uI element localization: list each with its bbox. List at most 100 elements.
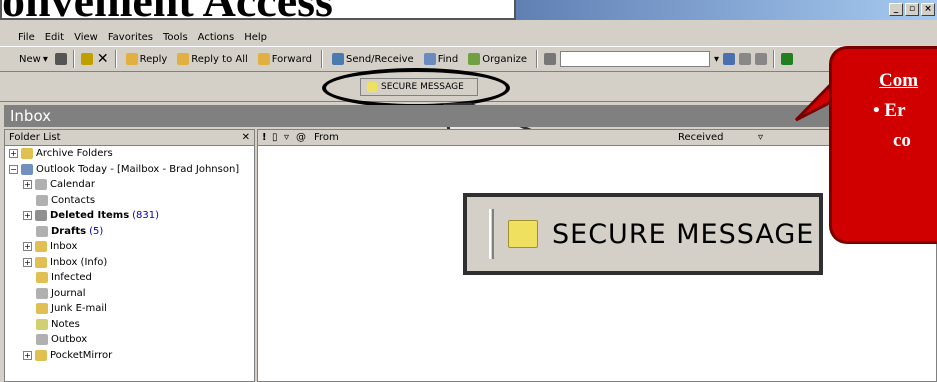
column-from[interactable]: From bbox=[314, 132, 339, 143]
inbox-icon bbox=[35, 241, 47, 253]
unread-count: (831) bbox=[132, 210, 160, 222]
find-icon bbox=[423, 53, 436, 65]
folder-item[interactable]: Junk E-mail bbox=[5, 301, 254, 317]
close-button[interactable]: × bbox=[921, 3, 935, 16]
trash-icon bbox=[35, 210, 47, 222]
send-receive-button[interactable]: Send/Receive bbox=[329, 52, 417, 66]
folder-item[interactable]: Drafts (5) bbox=[5, 224, 254, 240]
find-button[interactable]: Find bbox=[421, 52, 462, 66]
close-icon[interactable]: ✕ bbox=[242, 132, 250, 143]
reply-all-button[interactable]: Reply to All bbox=[174, 52, 251, 66]
delete-icon[interactable]: ✕ bbox=[97, 51, 109, 67]
folder-icon bbox=[35, 349, 47, 361]
folder-item[interactable]: + Archive Folders bbox=[5, 146, 254, 162]
folder-label: Contacts bbox=[51, 194, 96, 206]
importance-icon[interactable]: ! bbox=[262, 132, 267, 143]
expand-icon[interactable]: + bbox=[9, 149, 18, 159]
menu-actions[interactable]: Actions bbox=[196, 32, 237, 43]
folder-list-title: Folder List bbox=[9, 132, 61, 143]
menu-edit[interactable]: Edit bbox=[43, 32, 66, 43]
help-icon[interactable] bbox=[723, 53, 736, 65]
maximize-button[interactable]: ▫ bbox=[905, 3, 919, 16]
zoomed-secure-label: SECURE MESSAGE bbox=[552, 218, 815, 250]
toolbar-separator bbox=[321, 50, 323, 68]
folder-label: Calendar bbox=[50, 179, 95, 191]
folder-item[interactable]: − Outlook Today - [Mailbox - Brad Johnso… bbox=[5, 162, 254, 178]
advanced-find-icon[interactable] bbox=[755, 53, 768, 65]
forward-icon bbox=[257, 53, 270, 65]
contacts-icon bbox=[36, 194, 48, 206]
folder-icon bbox=[21, 148, 33, 160]
organize-button[interactable]: Organize bbox=[465, 52, 530, 66]
new-label: New bbox=[19, 53, 41, 65]
folder-label: Archive Folders bbox=[36, 148, 113, 160]
chevron-down-icon: ▾ bbox=[42, 53, 48, 65]
flag-icon[interactable]: ▿ bbox=[284, 132, 289, 143]
sort-indicator-icon: ▿ bbox=[758, 132, 764, 143]
reply-label: Reply bbox=[139, 53, 168, 65]
toolbar-separator bbox=[773, 50, 776, 68]
menu-tools[interactable]: Tools bbox=[161, 32, 190, 43]
search-icon[interactable] bbox=[739, 53, 752, 65]
menu-view[interactable]: View bbox=[72, 32, 100, 43]
folder-item[interactable]: Infected bbox=[5, 270, 254, 286]
collapse-icon[interactable]: − bbox=[9, 164, 18, 174]
folder-list-header: Folder List ✕ bbox=[5, 130, 254, 146]
chevron-down-icon[interactable]: ▾ bbox=[714, 54, 719, 65]
column-received[interactable]: Received bbox=[678, 132, 724, 143]
attachment-icon[interactable]: @ bbox=[296, 132, 306, 143]
expand-icon[interactable]: + bbox=[23, 257, 32, 267]
forward-label: Forward bbox=[271, 53, 312, 65]
slide-title: onvenient Access bbox=[2, 0, 333, 18]
callout-line-2: • Er bbox=[873, 100, 906, 121]
print-icon[interactable] bbox=[54, 53, 67, 65]
folder-label: Inbox (Info) bbox=[50, 256, 108, 268]
zoomed-secure-message-button: SECURE MESSAGE bbox=[463, 193, 823, 275]
toolbar-grip bbox=[489, 209, 494, 259]
expand-icon[interactable]: + bbox=[23, 350, 32, 360]
callout-line-1: Com bbox=[879, 70, 919, 91]
outlook-today-icon bbox=[21, 163, 33, 175]
reply-button[interactable]: Reply bbox=[123, 52, 171, 66]
new-button[interactable]: New ▾ bbox=[16, 53, 51, 66]
forward-button[interactable]: Forward bbox=[255, 52, 315, 66]
find-contact-input[interactable] bbox=[560, 51, 711, 67]
folder-label: Journal bbox=[51, 287, 86, 299]
folder-label: Inbox bbox=[50, 241, 78, 253]
slide-title-box: onvenient Access bbox=[0, 0, 516, 20]
folder-item[interactable]: + Deleted Items (831) bbox=[5, 208, 254, 224]
move-folder-icon[interactable] bbox=[80, 53, 93, 65]
folder-item[interactable]: Notes bbox=[5, 317, 254, 333]
minimize-button[interactable]: _ bbox=[889, 3, 903, 16]
address-book-icon[interactable] bbox=[544, 53, 557, 65]
notes-icon bbox=[36, 318, 48, 330]
folder-item[interactable]: + Inbox bbox=[5, 239, 254, 255]
find-label: Find bbox=[437, 53, 459, 65]
folder-item[interactable]: Contacts bbox=[5, 193, 254, 209]
folder-list-pane: Folder List ✕ + Archive Folders − Outloo… bbox=[4, 129, 255, 382]
folder-item[interactable]: + Inbox (Info) bbox=[5, 255, 254, 271]
folder-label: Drafts bbox=[51, 225, 87, 237]
organize-label: Organize bbox=[482, 53, 528, 65]
expand-icon[interactable]: + bbox=[23, 211, 32, 221]
secure-envelope-icon bbox=[508, 220, 538, 248]
folder-label: Outbox bbox=[51, 334, 88, 346]
menu-favorites[interactable]: Favorites bbox=[106, 32, 155, 43]
menu-file[interactable]: File bbox=[16, 32, 37, 43]
menu-help[interactable]: Help bbox=[242, 32, 269, 43]
journal-icon bbox=[36, 287, 48, 299]
folder-item[interactable]: + PocketMirror bbox=[5, 348, 254, 364]
expand-icon[interactable]: + bbox=[23, 180, 32, 190]
callout-text: Com • Er co bbox=[873, 66, 919, 156]
expand-icon[interactable]: + bbox=[23, 242, 32, 252]
folder-label: PocketMirror bbox=[50, 349, 113, 361]
folder-item[interactable]: Outbox bbox=[5, 332, 254, 348]
folder-item[interactable]: Journal bbox=[5, 286, 254, 302]
folder-icon bbox=[36, 303, 48, 315]
folder-label: Deleted Items bbox=[50, 210, 130, 222]
document-icon[interactable]: ▯ bbox=[272, 132, 278, 143]
folder-item[interactable]: + Calendar bbox=[5, 177, 254, 193]
folder-label: Notes bbox=[51, 318, 80, 330]
window-controls: _ ▫ × bbox=[889, 3, 935, 16]
drafts-icon bbox=[36, 225, 48, 237]
